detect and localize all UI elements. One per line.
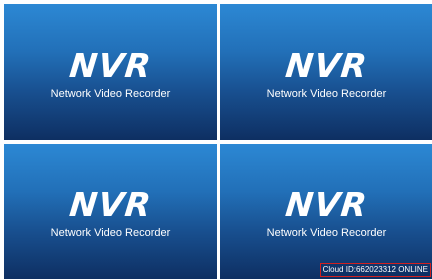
camera-channel-4[interactable]: NVR Network Video Recorder Cloud ID:6620… bbox=[220, 144, 432, 279]
channel-subtitle: Network Video Recorder bbox=[266, 227, 387, 239]
nvr-logo: NVR bbox=[67, 185, 154, 224]
nvr-logo: NVR bbox=[67, 46, 154, 85]
nvr-logo: NVR bbox=[283, 46, 370, 85]
channel-subtitle: Network Video Recorder bbox=[50, 227, 171, 239]
video-grid: NVR Network Video Recorder NVR Network V… bbox=[0, 0, 432, 280]
nvr-logo: NVR bbox=[283, 185, 370, 224]
channel-subtitle: Network Video Recorder bbox=[266, 88, 387, 100]
camera-channel-3[interactable]: NVR Network Video Recorder bbox=[4, 144, 217, 279]
camera-channel-2[interactable]: NVR Network Video Recorder bbox=[220, 4, 432, 140]
camera-channel-1[interactable]: NVR Network Video Recorder bbox=[4, 4, 217, 140]
channel-subtitle: Network Video Recorder bbox=[50, 88, 171, 100]
cloud-status-badge: Cloud ID:662023312 ONLINE bbox=[319, 263, 431, 277]
